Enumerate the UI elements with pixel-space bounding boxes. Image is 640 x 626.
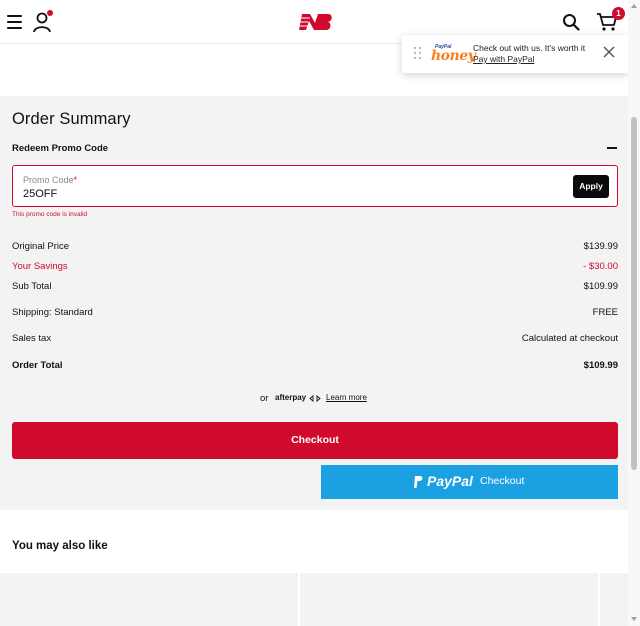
paypal-checkout-label: Checkout xyxy=(480,475,525,487)
original-price-label: Original Price xyxy=(12,241,70,252)
honey-message: Check out with us. It's worth it Pay wit… xyxy=(473,43,603,65)
honey-logo: PayPal honey xyxy=(431,44,476,64)
scrollbar-thumb[interactable] xyxy=(631,117,637,470)
original-price-value: $139.99 xyxy=(583,241,618,252)
collapse-icon[interactable] xyxy=(607,147,617,149)
shipping-label: Shipping: Standard xyxy=(12,307,93,318)
paypal-checkout-button[interactable]: PayPal Checkout xyxy=(321,465,618,499)
new-balance-logo[interactable] xyxy=(298,12,332,32)
apply-button[interactable]: Apply xyxy=(573,175,609,198)
search-icon[interactable] xyxy=(562,13,580,31)
page-title: Order Summary xyxy=(12,110,131,128)
product-card[interactable] xyxy=(0,573,298,626)
sales-tax-label: Sales tax xyxy=(12,333,52,344)
checkout-button[interactable]: Checkout xyxy=(12,422,618,459)
scroll-down-icon[interactable] xyxy=(631,617,637,621)
shipping-value: FREE xyxy=(592,307,618,318)
menu-icon[interactable] xyxy=(7,15,22,29)
subtotal-value: $109.99 xyxy=(583,281,618,292)
savings-value: - $30.00 xyxy=(583,261,618,272)
afterpay-logo: afterpay xyxy=(275,393,307,402)
order-total-label: Order Total xyxy=(12,360,63,371)
product-card[interactable] xyxy=(600,573,628,626)
close-icon[interactable] xyxy=(603,46,615,58)
pay-with-paypal-link[interactable]: Pay with PayPal xyxy=(473,54,603,65)
afterpay-or-text: or xyxy=(260,393,269,404)
sales-tax-value: Calculated at checkout xyxy=(521,333,618,344)
afterpay-arrows-icon xyxy=(309,395,321,402)
learn-more-link[interactable]: Learn more xyxy=(326,393,367,402)
redeem-promo-toggle[interactable]: Redeem Promo Code xyxy=(12,143,108,154)
honey-popup: PayPal honey Check out with us. It's wor… xyxy=(402,35,628,73)
scroll-up-icon[interactable] xyxy=(631,4,637,8)
recommendations-title: You may also like xyxy=(12,540,108,552)
drag-handle-icon[interactable] xyxy=(414,47,422,61)
order-total-value: $109.99 xyxy=(583,360,618,371)
savings-label: Your Savings xyxy=(12,261,68,272)
promo-code-input[interactable] xyxy=(23,186,323,202)
account-notification-dot xyxy=(47,10,53,16)
product-card[interactable] xyxy=(300,573,598,626)
paypal-logo-text: PayPal xyxy=(427,473,473,489)
subtotal-label: Sub Total xyxy=(12,281,52,292)
paypal-icon xyxy=(414,476,423,488)
cart-count-badge: 1 xyxy=(612,7,625,20)
promo-code-label: Promo Code* xyxy=(23,175,78,185)
promo-error-message: This promo code is invalid xyxy=(12,211,88,218)
